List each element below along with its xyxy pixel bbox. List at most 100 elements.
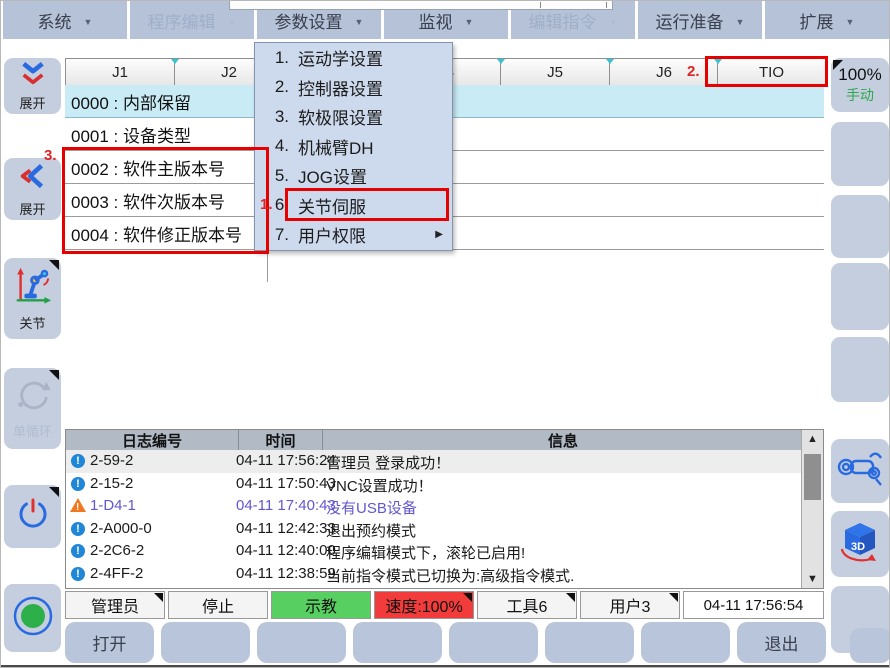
menu-monitor-label: 监视 [419, 8, 453, 33]
drag-teach-button[interactable] [831, 439, 889, 503]
corner-marker-icon [833, 60, 843, 70]
chevron-down-icon: ▼ [84, 17, 93, 27]
expand-down-button[interactable]: 展开 [4, 58, 61, 114]
strip-divider [540, 2, 541, 8]
blank-softkey-b2[interactable] [161, 622, 250, 663]
dropdown-item-controller[interactable]: 2. 控制器设置 [255, 73, 452, 103]
annotation-2: 2. [687, 63, 700, 80]
log-panel: 日志编号 时间 信息 2-59-2 04-11 17:56:24 管理员 登录成… [65, 429, 824, 589]
blank-softkey-b7[interactable] [641, 622, 730, 663]
cube-3d-icon: 3D [837, 519, 883, 570]
dropdown-item-joint-servo[interactable]: 6. 关节伺服 [255, 191, 452, 221]
menu-system[interactable]: 系统 ▼ [3, 1, 127, 39]
view-3d-button[interactable]: 3D [831, 511, 889, 577]
menu-program-edit-label: 程序编辑 [148, 8, 216, 33]
log-row[interactable]: 2-59-2 04-11 17:56:24 管理员 登录成功！ [66, 450, 802, 473]
log-row[interactable]: 2-4FF-2 04-11 12:38:59 当前指令模式已切换为:高级指令模式… [66, 563, 802, 586]
blank-softkey-b5[interactable] [449, 622, 538, 663]
enable-record-button[interactable] [4, 584, 61, 652]
log-scrollbar[interactable]: ▲ ▼ [801, 430, 823, 588]
status-motion-state[interactable]: 停止 [168, 591, 268, 619]
info-icon [71, 567, 85, 581]
dropdown-item-user-permission[interactable]: 7. 用户权限 ▶ [255, 220, 452, 250]
log-row[interactable]: 2-2C6-2 04-11 12:40:00 程序编辑模式下，滚轮已启用! [66, 540, 802, 563]
corner-marker-icon [49, 260, 59, 270]
corner-marker-icon [669, 593, 678, 602]
dropdown-item-arm-dh[interactable]: 4. 机械臂DH [255, 132, 452, 162]
submenu-arrow-icon: ▶ [435, 229, 443, 240]
log-row-clipped[interactable]: 2-14F-2 04-11 12:36:55 新建 文件 [66, 585, 802, 589]
corner-marker-icon [49, 370, 59, 380]
param-settings-dropdown: 1. 运动学设置 2. 控制器设置 3. 软极限设置 4. 机械臂DH 5. J… [254, 42, 453, 251]
dropdown-item-kinematics[interactable]: 1. 运动学设置 [255, 43, 452, 73]
log-row[interactable]: 1-D4-1 04-11 17:40:43 没有USB设备 [66, 495, 802, 518]
tab-j5[interactable]: J5 [500, 58, 610, 86]
menu-system-label: 系统 [38, 8, 72, 33]
blank-softkey-b6[interactable] [545, 622, 634, 663]
blank-softkey-r5[interactable] [831, 337, 889, 402]
info-icon [71, 454, 85, 468]
status-speed-button[interactable]: 速度:100% [374, 591, 474, 619]
log-row[interactable]: 2-15-2 04-11 17:50:43 VNC设置成功！ [66, 473, 802, 496]
single-cycle-button: 单循环 [4, 368, 61, 449]
warning-icon [70, 498, 86, 512]
robot-arm-icon [12, 265, 54, 312]
expand-left-button[interactable]: 展开 [4, 158, 61, 220]
power-button[interactable] [4, 485, 61, 548]
status-datetime: 04-11 17:56:54 [683, 591, 824, 619]
log-header-msg: 信息 [323, 430, 803, 450]
status-frame-button[interactable]: 用户3 [580, 591, 680, 619]
status-user-button[interactable]: 管理员 [65, 591, 165, 619]
blank-softkey-r2[interactable] [831, 122, 889, 186]
info-icon [71, 544, 85, 558]
chevron-down-icon: ▼ [846, 17, 855, 27]
scrollbar-thumb[interactable] [804, 454, 821, 500]
blank-softkey-b9[interactable] [850, 628, 890, 663]
speed-value: 100% [838, 65, 881, 85]
minimized-window-strip[interactable] [229, 1, 613, 10]
blank-softkey-b4[interactable] [353, 622, 442, 663]
joint-mode-button[interactable]: 关节 [4, 258, 61, 339]
dropdown-item-soft-limit[interactable]: 3. 软极限设置 [255, 102, 452, 132]
menu-run-prepare[interactable]: 运行准备 ▼ [638, 1, 762, 39]
menu-param-settings-label: 参数设置 [275, 8, 343, 33]
annotation-3: 3. [44, 147, 57, 164]
tab-tio[interactable]: TIO [717, 58, 826, 86]
log-header-time: 时间 [239, 430, 323, 450]
log-row[interactable]: 2-A000-0 04-11 12:42:33 退出预约模式 [66, 518, 802, 541]
corner-marker-icon [566, 593, 575, 602]
annotation-1: 1. [260, 196, 273, 213]
tab-j1[interactable]: J1 [65, 58, 175, 86]
dropdown-item-jog[interactable]: 5. JOG设置 [255, 161, 452, 191]
log-header-row: 日志编号 时间 信息 [66, 430, 823, 450]
chevron-down-icon: ▼ [228, 17, 237, 27]
menu-run-prepare-label: 运行准备 [656, 8, 724, 33]
manual-mode-label: 手动 [846, 85, 874, 105]
status-mode-badge[interactable]: 示教 [271, 591, 371, 619]
corner-marker-icon [154, 593, 163, 602]
blank-softkey-r4[interactable] [831, 263, 889, 330]
info-icon [71, 522, 85, 536]
scroll-down-icon[interactable]: ▼ [802, 573, 823, 585]
blank-softkey-b3[interactable] [257, 622, 346, 663]
menu-extension-label: 扩展 [800, 8, 834, 33]
corner-marker-icon [49, 487, 59, 497]
strip-divider [606, 2, 607, 8]
exit-button[interactable]: 退出 [737, 622, 826, 663]
info-icon [71, 477, 85, 491]
scroll-up-icon[interactable]: ▲ [802, 433, 823, 445]
teach-pendant-screen: 系统 ▼ 程序编辑 ▼ 参数设置 ▼ 监视 ▼ 编辑指令 ▼ 运行准备 ▼ 扩展… [0, 0, 890, 668]
chevron-down-icon: ▼ [465, 17, 474, 27]
tab-j6[interactable]: J6 [609, 58, 719, 86]
status-tool-button[interactable]: 工具6 [477, 591, 577, 619]
double-chevron-down-icon [16, 61, 50, 92]
menu-extension[interactable]: 扩展 ▼ [765, 1, 889, 39]
chevron-down-icon: ▼ [736, 17, 745, 27]
blank-softkey-r3[interactable] [831, 195, 889, 258]
record-circle-icon [11, 594, 55, 643]
speed-mode-button[interactable]: 100% 手动 [831, 58, 889, 112]
open-button[interactable]: 打开 [65, 622, 154, 663]
chevron-down-icon: ▼ [355, 17, 364, 27]
svg-text:3D: 3D [851, 541, 865, 553]
double-chevron-left-icon [17, 161, 49, 198]
